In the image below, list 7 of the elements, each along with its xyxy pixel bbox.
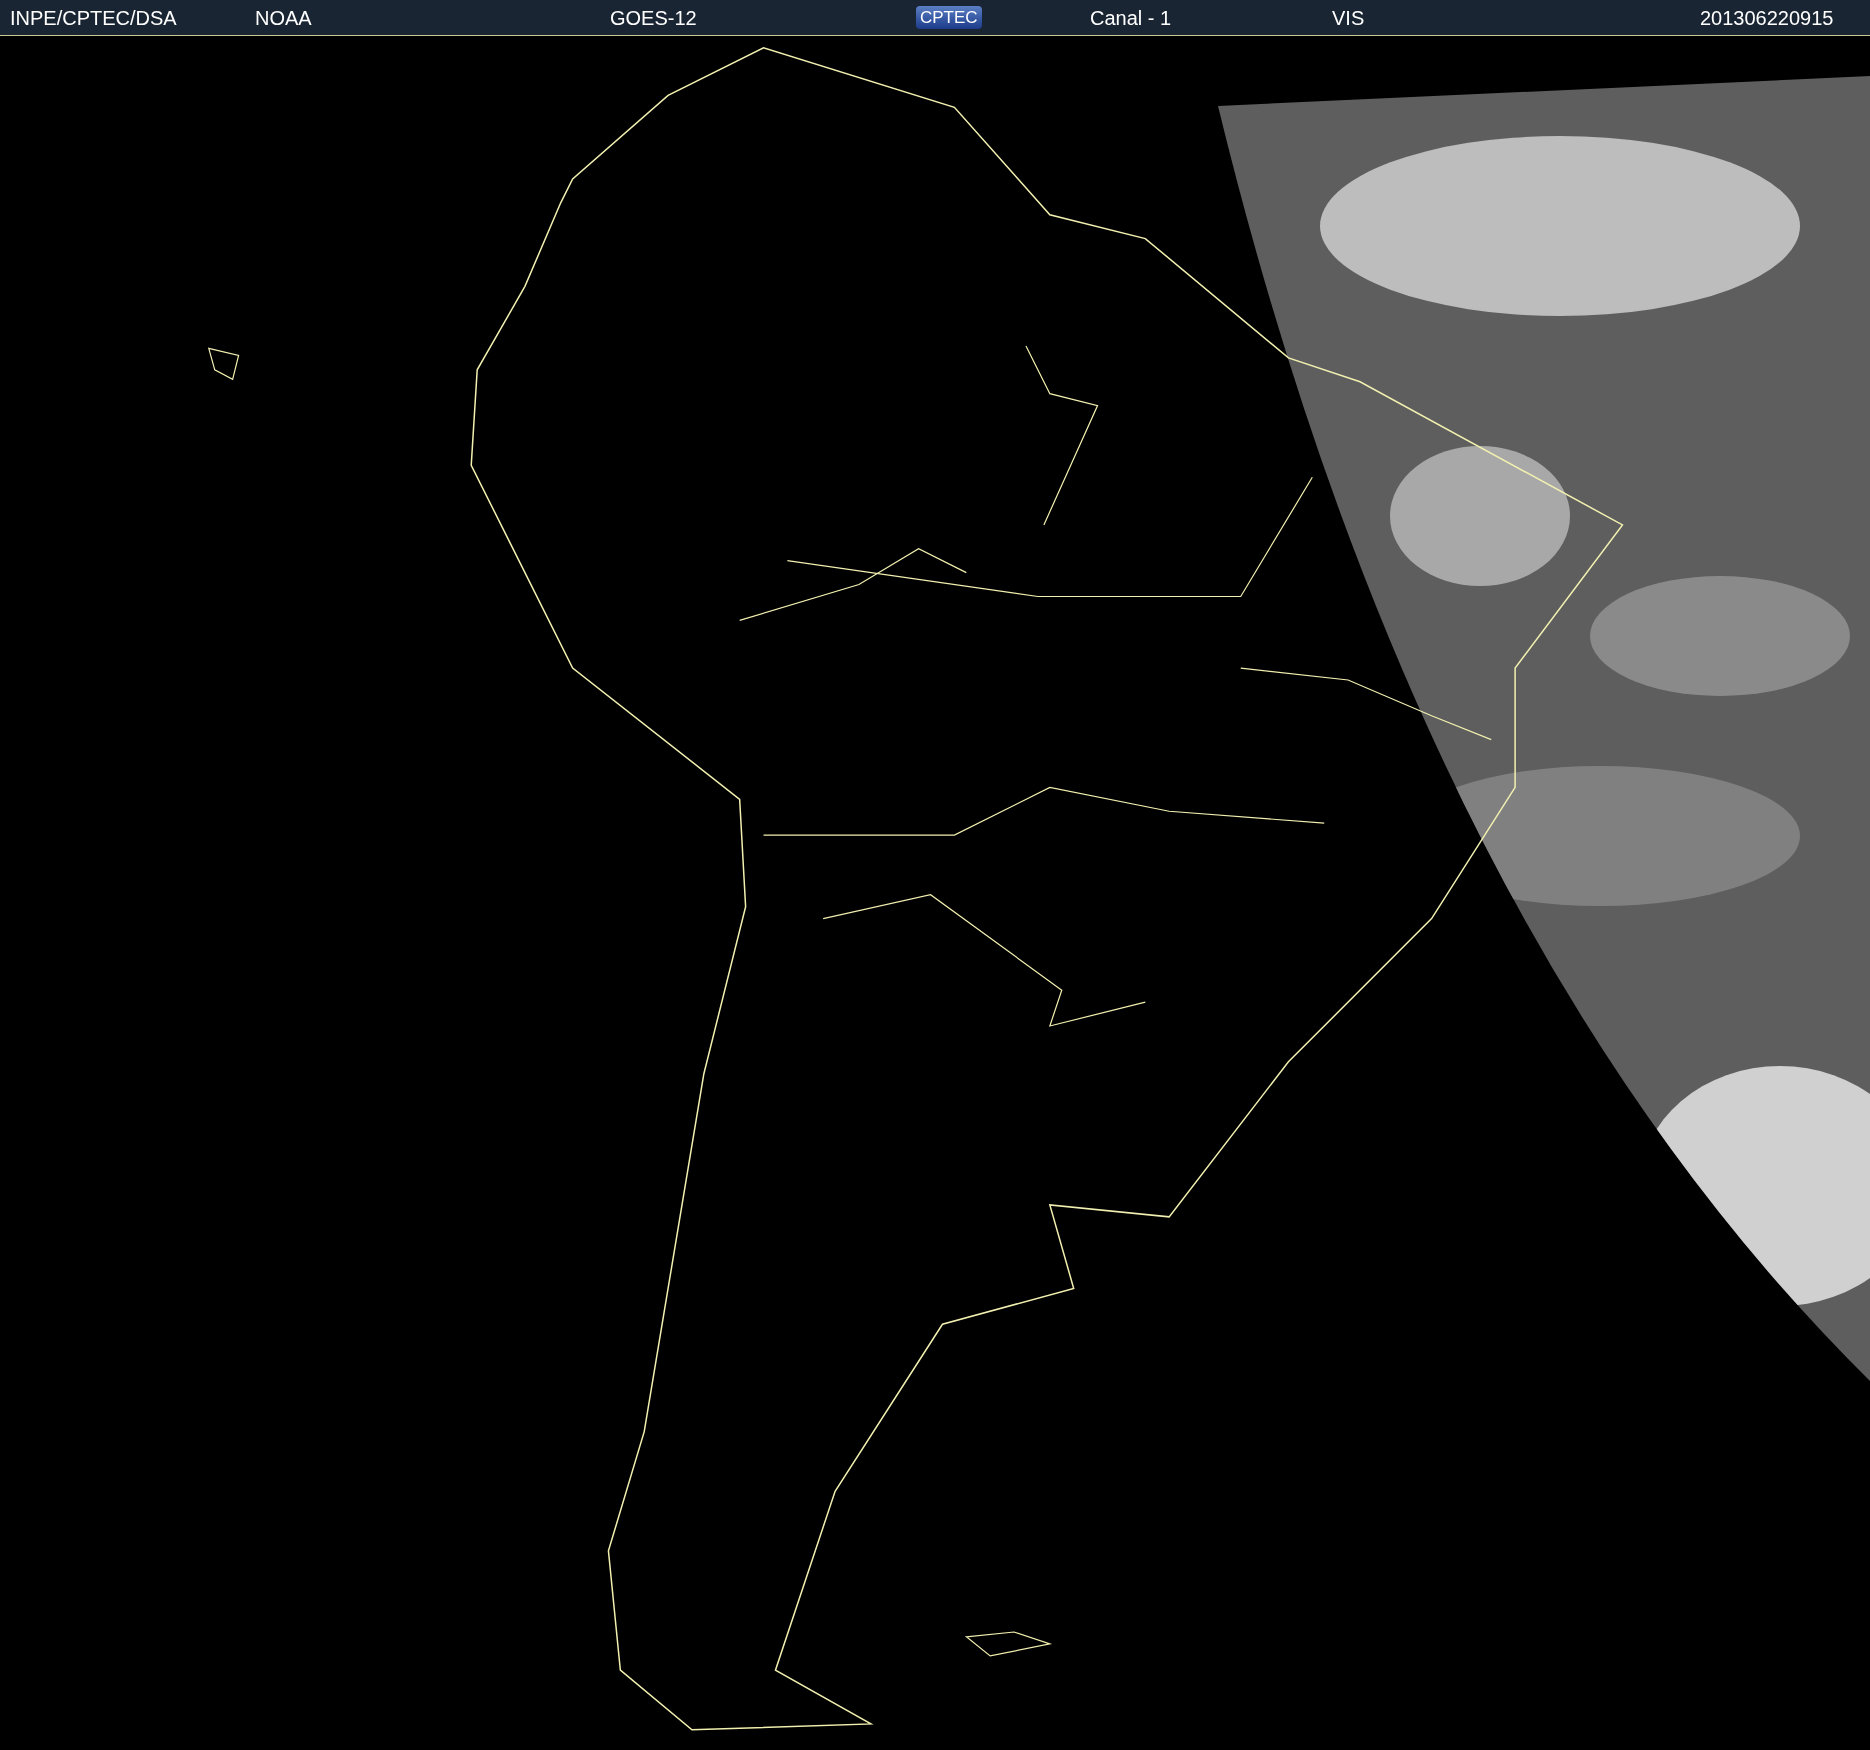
header-label: GOES-12 bbox=[609, 7, 698, 28]
header-label: VIS bbox=[1331, 7, 1366, 28]
cptec-logo: CPTEC bbox=[916, 5, 982, 29]
header-label: 201306220915 bbox=[1699, 7, 1835, 28]
header-label: NOAA bbox=[254, 7, 313, 28]
header-label: Canal - 1 bbox=[1089, 7, 1173, 28]
header-label: INPE/CPTEC/DSA bbox=[9, 7, 178, 28]
